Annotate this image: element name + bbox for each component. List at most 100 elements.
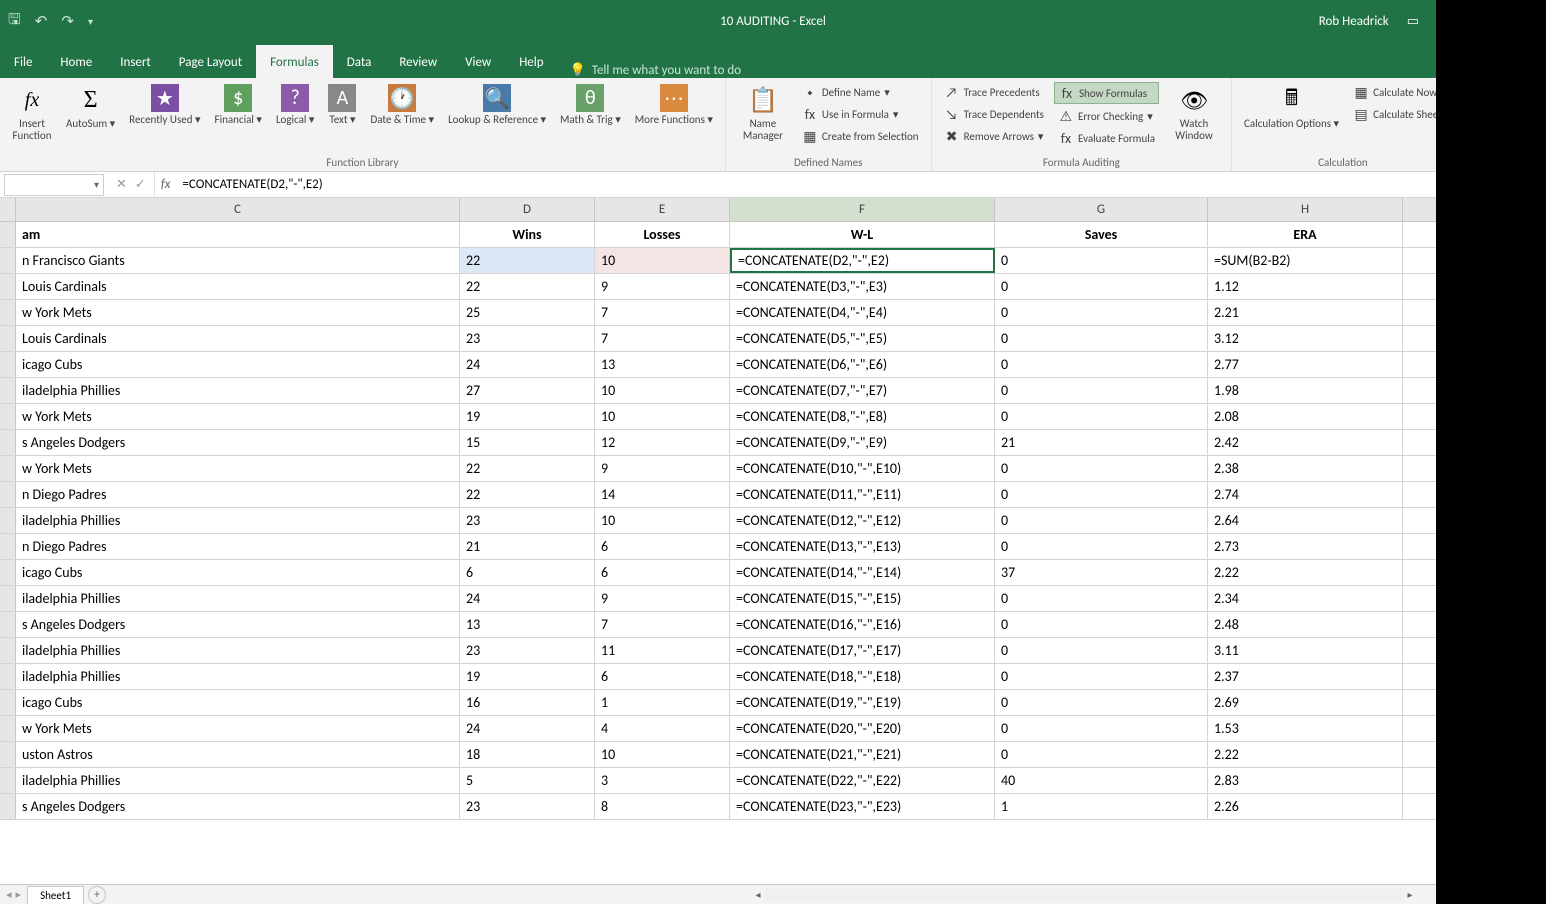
show-formulas-button[interactable]: fxShow Formulas bbox=[1054, 82, 1159, 104]
cell[interactable]: 21 bbox=[460, 534, 595, 559]
cell[interactable]: 19 bbox=[460, 404, 595, 429]
cell[interactable]: 11 bbox=[595, 638, 730, 663]
cell[interactable]: 0 bbox=[995, 248, 1208, 273]
cell[interactable]: icago Cubs bbox=[16, 690, 460, 715]
cell[interactable]: =CONCATENATE(D12,"-",E12) bbox=[730, 508, 995, 533]
evaluate-formula-button[interactable]: fxEvaluate Formula bbox=[1054, 128, 1159, 148]
row-header[interactable] bbox=[0, 456, 16, 481]
lookup-button[interactable]: 🔍 Lookup & Reference ▾ bbox=[444, 82, 550, 128]
cell[interactable]: am bbox=[16, 222, 460, 247]
cell[interactable]: 2.21 bbox=[1208, 300, 1403, 325]
cell[interactable]: 2.74 bbox=[1208, 482, 1403, 507]
tab-formulas[interactable]: Formulas bbox=[256, 45, 333, 78]
cell[interactable]: =CONCATENATE(D18,"-",E18) bbox=[730, 664, 995, 689]
cell[interactable]: 21 bbox=[995, 430, 1208, 455]
cell[interactable]: 22 bbox=[460, 248, 595, 273]
cell[interactable]: 15 bbox=[460, 430, 595, 455]
cell[interactable]: n Diego Padres bbox=[16, 482, 460, 507]
cell[interactable]: 3.11 bbox=[1208, 638, 1403, 663]
remove-arrows-button[interactable]: ✖Remove Arrows ▾ bbox=[940, 126, 1048, 146]
cell[interactable]: Losses bbox=[595, 222, 730, 247]
cell[interactable]: 10 bbox=[595, 378, 730, 403]
cell[interactable]: 23 bbox=[460, 326, 595, 351]
cell[interactable]: 6 bbox=[595, 534, 730, 559]
cell[interactable]: 0 bbox=[995, 742, 1208, 767]
cell[interactable]: 2.22 bbox=[1208, 742, 1403, 767]
cell[interactable]: 9 bbox=[595, 456, 730, 481]
cell[interactable]: Louis Cardinals bbox=[16, 326, 460, 351]
nav-prev-icon[interactable]: ◂ bbox=[6, 888, 12, 901]
cell[interactable]: 27 bbox=[460, 378, 595, 403]
row-header[interactable] bbox=[0, 222, 16, 247]
cell[interactable]: 2.77 bbox=[1208, 352, 1403, 377]
cell[interactable]: 2.69 bbox=[1208, 690, 1403, 715]
row-header[interactable] bbox=[0, 326, 16, 351]
save-icon[interactable]: 🖫 bbox=[8, 9, 21, 34]
cell[interactable]: =SUM(B2-B2) bbox=[1208, 248, 1403, 273]
cell[interactable]: =CONCATENATE(D20,"-",E20) bbox=[730, 716, 995, 741]
cell[interactable]: 40 bbox=[995, 768, 1208, 793]
math-trig-button[interactable]: θ Math & Trig ▾ bbox=[556, 82, 625, 128]
hscroll-right-icon[interactable]: ▸ bbox=[1402, 888, 1418, 901]
cell[interactable]: 16 bbox=[460, 690, 595, 715]
cell[interactable]: 37 bbox=[995, 560, 1208, 585]
cell[interactable]: 4 bbox=[595, 716, 730, 741]
trace-dependents-button[interactable]: ↘Trace Dependents bbox=[940, 104, 1048, 124]
cell[interactable]: =CONCATENATE(D19,"-",E19) bbox=[730, 690, 995, 715]
cell[interactable]: =CONCATENATE(D5,"-",E5) bbox=[730, 326, 995, 351]
cell[interactable]: 7 bbox=[595, 300, 730, 325]
formula-input[interactable]: =CONCATENATE(D2,"-",E2) bbox=[176, 177, 1521, 192]
cell[interactable]: =CONCATENATE(D10,"-",E10) bbox=[730, 456, 995, 481]
cell[interactable]: 2.42 bbox=[1208, 430, 1403, 455]
more-functions-button[interactable]: ⋯ More Functions ▾ bbox=[631, 82, 717, 128]
row-header[interactable] bbox=[0, 768, 16, 793]
text-button[interactable]: A Text ▾ bbox=[324, 82, 360, 128]
use-in-formula-button[interactable]: fxUse in Formula ▾ bbox=[798, 104, 923, 124]
row-header[interactable] bbox=[0, 794, 16, 819]
chevron-down-icon[interactable]: ▾ bbox=[94, 178, 99, 191]
cell[interactable]: W-L bbox=[730, 222, 995, 247]
sheet-tab[interactable]: Sheet1 bbox=[27, 886, 84, 904]
enter-formula-icon[interactable]: ✓ bbox=[135, 177, 146, 192]
redo-icon[interactable]: ↷ bbox=[61, 12, 74, 31]
row-header[interactable] bbox=[0, 248, 16, 273]
row-header[interactable] bbox=[0, 560, 16, 585]
cell[interactable]: w York Mets bbox=[16, 716, 460, 741]
cell[interactable]: =CONCATENATE(D9,"-",E9) bbox=[730, 430, 995, 455]
date-time-button[interactable]: 🕐 Date & Time ▾ bbox=[366, 82, 438, 128]
cell[interactable]: icago Cubs bbox=[16, 352, 460, 377]
cell[interactable]: 7 bbox=[595, 612, 730, 637]
cell[interactable]: 2.83 bbox=[1208, 768, 1403, 793]
cell[interactable]: 0 bbox=[995, 664, 1208, 689]
cell[interactable]: w York Mets bbox=[16, 456, 460, 481]
cell[interactable]: 2.26 bbox=[1208, 794, 1403, 819]
cell[interactable]: =CONCATENATE(D13,"-",E13) bbox=[730, 534, 995, 559]
cell[interactable]: 9 bbox=[595, 586, 730, 611]
cell[interactable]: =CONCATENATE(D8,"-",E8) bbox=[730, 404, 995, 429]
create-from-selection-button[interactable]: ▦Create from Selection bbox=[798, 126, 923, 146]
cell[interactable]: n Francisco Giants bbox=[16, 248, 460, 273]
cell[interactable]: 10 bbox=[595, 248, 730, 273]
cell[interactable]: =CONCATENATE(D2,"-",E2) bbox=[730, 248, 995, 273]
cell[interactable]: 0 bbox=[995, 534, 1208, 559]
cell[interactable]: 0 bbox=[995, 508, 1208, 533]
cell[interactable]: Louis Cardinals bbox=[16, 274, 460, 299]
cell[interactable]: 5 bbox=[460, 768, 595, 793]
sheet-nav[interactable]: ◂▸ bbox=[0, 888, 27, 901]
col-header-f[interactable]: F bbox=[730, 198, 995, 221]
cell[interactable]: 2.08 bbox=[1208, 404, 1403, 429]
cell[interactable]: =CONCATENATE(D3,"-",E3) bbox=[730, 274, 995, 299]
tab-insert[interactable]: Insert bbox=[106, 45, 165, 78]
cell[interactable]: iladelphia Phillies bbox=[16, 586, 460, 611]
cell[interactable]: 12 bbox=[595, 430, 730, 455]
tab-data[interactable]: Data bbox=[333, 45, 386, 78]
name-manager-button[interactable]: 📋 Name Manager bbox=[734, 82, 792, 144]
insert-function-button[interactable]: fx Insert Function bbox=[8, 82, 56, 144]
cell[interactable]: =CONCATENATE(D4,"-",E4) bbox=[730, 300, 995, 325]
cell[interactable]: 6 bbox=[595, 664, 730, 689]
cell[interactable]: w York Mets bbox=[16, 404, 460, 429]
cell[interactable]: 0 bbox=[995, 638, 1208, 663]
cell[interactable]: ERA bbox=[1208, 222, 1403, 247]
cell[interactable]: 0 bbox=[995, 716, 1208, 741]
tab-help[interactable]: Help bbox=[505, 45, 557, 78]
